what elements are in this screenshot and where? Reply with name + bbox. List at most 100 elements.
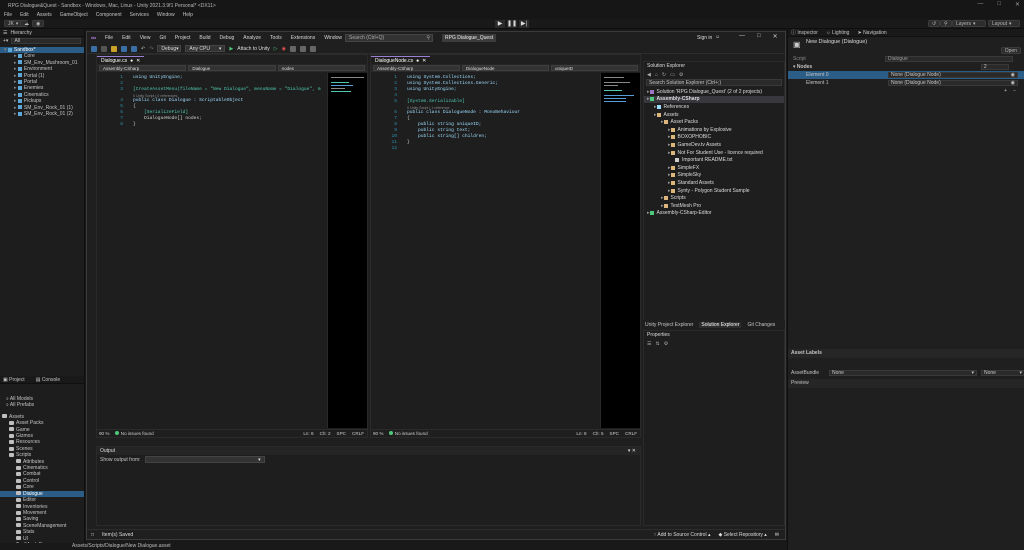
element-object-field[interactable]: None (Dialogue Node) ◉ [888, 72, 1018, 78]
nodes-row[interactable]: ▾ Nodes 2 [788, 63, 1024, 71]
attach-to-unity-button[interactable]: Attach to Unity [237, 46, 270, 52]
issues-indicator[interactable]: No issues found [115, 431, 154, 436]
save-icon[interactable] [121, 45, 127, 52]
vs-menu-item-debug[interactable]: Debug [220, 35, 235, 41]
pin-icon[interactable]: ● [130, 58, 133, 64]
save-all-icon[interactable] [131, 45, 137, 52]
menu-item-gameobject[interactable]: GameObject [60, 12, 88, 18]
layers-dropdown[interactable]: Layers ▾ [952, 20, 986, 27]
back-icon[interactable] [91, 45, 97, 52]
hierarchy-search-input[interactable]: All [11, 38, 81, 44]
platform-dropdown[interactable]: Any CPU ▾ [185, 45, 226, 52]
solution-item[interactable]: ▸ TextMesh Pro [644, 202, 784, 210]
tool-icon[interactable] [300, 45, 307, 52]
pin-icon[interactable]: ● [416, 58, 419, 64]
close-icon[interactable]: ✕ [136, 58, 140, 64]
open-button[interactable]: Open [1000, 47, 1021, 54]
settings-icon[interactable]: ⚙ [679, 72, 683, 78]
sign-in-link[interactable]: Sign in [697, 35, 712, 41]
select-repository-button[interactable]: ◆ Select Repository ▴ [718, 532, 766, 538]
tab-dialoguenode-cs[interactable]: DialogueNode.cs ● ✕ [371, 56, 431, 64]
vs-menu-item-file[interactable]: File [105, 35, 113, 41]
tool-icon[interactable] [310, 45, 317, 52]
solution-item[interactable]: ▸ Scripts [644, 194, 784, 202]
close-icon[interactable]: ✕ [422, 58, 426, 64]
menu-item-assets[interactable]: Assets [37, 12, 52, 18]
nav-project[interactable]: Assembly-CSharp [373, 65, 460, 71]
right-minimap[interactable] [600, 73, 640, 428]
solution-item[interactable]: ▸ BOXOPHOBIC [644, 134, 784, 142]
add-icon[interactable]: +▾ [3, 38, 8, 44]
history-icon[interactable]: ↺ [928, 20, 941, 27]
maximize-icon[interactable]: □ [997, 1, 1001, 8]
tab-lighting[interactable]: ☼ Lighting [826, 30, 850, 36]
vs-menu-item-build[interactable]: Build [199, 35, 210, 41]
solution-item[interactable]: ▸ Solution 'RPG Dialogue_Quest' (2 of 2 … [644, 88, 784, 96]
tab-dialogue-cs[interactable]: Dialogue.cs ● ✕ [97, 56, 145, 64]
menu-item-help[interactable]: Help [183, 12, 193, 18]
solution-item[interactable]: ▸ Not For Student Use - licence required [644, 149, 784, 157]
solution-item[interactable]: ▸ Assets [644, 111, 784, 119]
left-minimap[interactable] [327, 73, 367, 428]
nav-member[interactable]: nodes [277, 65, 365, 71]
forward-icon[interactable] [101, 45, 107, 52]
home-icon[interactable]: ⌂ [655, 72, 658, 78]
tab-solution-explorer[interactable]: Solution Explorer [699, 321, 742, 328]
vs-menu-item-tools[interactable]: Tools [270, 35, 282, 41]
vs-menu-item-git[interactable]: Git [159, 35, 165, 41]
solution-item[interactable]: Important README.txt [644, 156, 784, 164]
vs-menu-item-extensions[interactable]: Extensions [291, 35, 315, 41]
vs-menu-item-edit[interactable]: Edit [122, 35, 131, 41]
sync-icon[interactable]: ↻ [662, 72, 666, 78]
menu-item-component[interactable]: Component [96, 12, 122, 18]
redo-icon[interactable]: ↷ [149, 46, 153, 52]
account-icon[interactable]: ☺ [715, 34, 720, 40]
minimize-icon[interactable]: — [977, 1, 983, 8]
solution-item[interactable]: ▸ Asset Packs [644, 118, 784, 126]
solution-item[interactable]: ▸ SimpleSky [644, 172, 784, 180]
vs-search-input[interactable]: Search (Ctrl+Q) ⚲ [345, 34, 433, 42]
node-element-row[interactable]: Element 1 None (Dialogue Node) ◉ [788, 79, 1024, 87]
issues-indicator[interactable]: No issues found [389, 431, 428, 436]
nav-class[interactable]: Dialogue [188, 65, 276, 71]
object-picker-icon[interactable]: ◉ [1011, 80, 1015, 86]
run-icon[interactable]: ▷ [274, 46, 278, 52]
tab-unity-project-explorer[interactable]: Unity Project Explorer [645, 322, 693, 328]
tab-navigation[interactable]: ➤ Navigation [857, 30, 886, 36]
object-picker-icon[interactable]: ◉ [1011, 72, 1015, 78]
close-icon[interactable]: ▾ ✕ [628, 448, 636, 454]
notifications-icon[interactable]: ✉ [775, 532, 779, 538]
cloud-icon[interactable]: ☁ [20, 20, 29, 27]
zoom-level[interactable]: 90 % [99, 431, 109, 436]
step-icon[interactable]: ▶| [519, 20, 529, 28]
menu-item-file[interactable]: File [4, 12, 12, 18]
categorized-icon[interactable]: ☰ [647, 341, 651, 347]
solution-item[interactable]: ▸ SimpleFX [644, 164, 784, 172]
add-element-icon[interactable]: + [1004, 88, 1007, 94]
collab-icon[interactable]: ◉ [32, 20, 44, 27]
tab-git-changes[interactable]: Git Changes [747, 322, 775, 328]
wrench-icon[interactable]: ⚙ [664, 341, 668, 347]
start-icon[interactable]: ▶ [229, 46, 233, 52]
solution-item[interactable]: ▸ Assembly-CSharp [644, 95, 784, 104]
tab-project[interactable]: ▣ Project [3, 377, 25, 383]
config-dropdown[interactable]: Debug ▾ [157, 45, 182, 52]
vs-menu-item-view[interactable]: View [140, 35, 151, 41]
menu-item-window[interactable]: Window [157, 12, 175, 18]
vs-menu-item-project[interactable]: Project [175, 35, 191, 41]
preview-header[interactable]: Preview [788, 379, 1024, 388]
debug-icon[interactable]: ◉ [282, 46, 286, 52]
asset-labels-header[interactable]: Asset Labels [788, 349, 1024, 358]
minimize-icon[interactable]: — [739, 33, 745, 40]
nav-project[interactable]: Assembly-CSharp [99, 65, 187, 71]
vs-menu-item-window[interactable]: Window [324, 35, 342, 41]
tab-inspector[interactable]: ⓘ Inspector [791, 29, 818, 36]
solution-item[interactable]: ▸ GameDev.tv Assets [644, 141, 784, 149]
remove-element-icon[interactable]: − [1013, 88, 1016, 94]
solution-item[interactable]: ▸ Synty - Polygon Student Sample [644, 187, 784, 195]
tab-console[interactable]: ▤ Console [36, 377, 60, 383]
collapse-icon[interactable]: ▭ [670, 72, 675, 78]
nodes-count-field[interactable]: 2 [980, 64, 1009, 70]
whitespace-mode[interactable]: SPC [337, 431, 346, 436]
node-element-row[interactable]: Element 0 None (Dialogue Node) ◉ [788, 71, 1024, 79]
